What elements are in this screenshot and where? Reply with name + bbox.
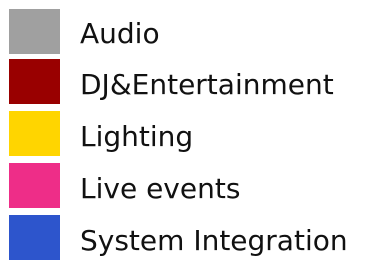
- legend-swatch-live-events: [9, 163, 60, 208]
- legend-item-audio: Audio: [9, 9, 369, 59]
- legend-swatch-audio: [9, 9, 60, 54]
- legend-label-dj-entertainment: DJ&Entertainment: [80, 68, 334, 101]
- legend: Audio DJ&Entertainment Lighting Live eve…: [9, 9, 369, 267]
- legend-label-lighting: Lighting: [80, 120, 194, 153]
- legend-item-live-events: Live events: [9, 163, 369, 215]
- legend-label-system-integration: System Integration: [80, 224, 348, 257]
- legend-item-dj-entertainment: DJ&Entertainment: [9, 59, 369, 111]
- legend-swatch-system-integration: [9, 215, 60, 260]
- legend-swatch-dj-entertainment: [9, 59, 60, 104]
- legend-label-live-events: Live events: [80, 172, 241, 205]
- legend-item-lighting: Lighting: [9, 111, 369, 163]
- legend-item-system-integration: System Integration: [9, 215, 369, 267]
- legend-label-audio: Audio: [80, 17, 160, 50]
- legend-swatch-lighting: [9, 111, 60, 156]
